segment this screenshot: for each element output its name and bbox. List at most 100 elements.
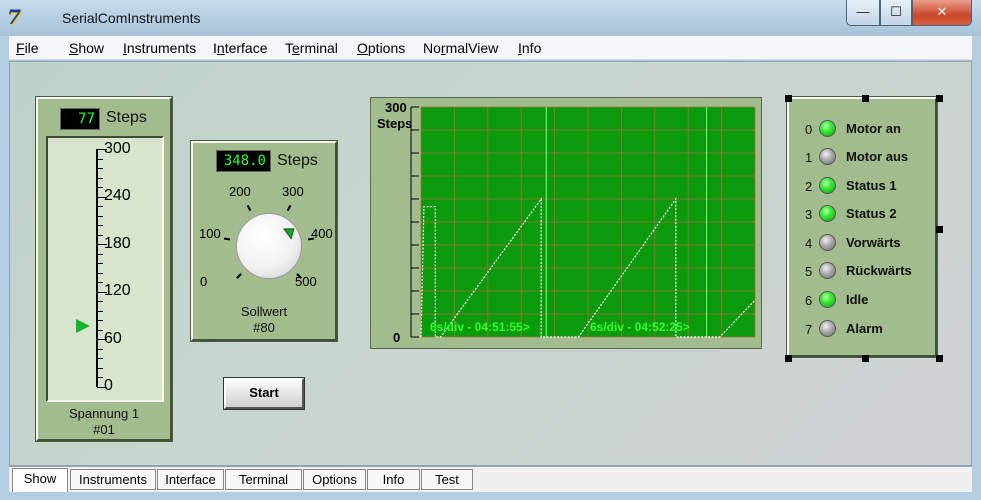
chart-y-ticks [411,106,419,338]
led-row-2: 2 Status 1 [789,176,937,196]
led-label: Motor an [846,121,901,136]
led-panel[interactable]: 0 Motor an 1 Motor aus 2 Status 1 3 Stat… [786,96,938,358]
led-row-0: 0 Motor an [789,119,937,139]
window-frame-bottom [0,492,981,500]
resize-handle[interactable] [785,95,792,102]
chart-y-unit-label: Steps [377,116,412,131]
led-index: 0 [805,122,813,137]
close-button[interactable]: ✕ [912,0,972,26]
knob-pointer-icon [282,228,295,240]
led-index: 6 [805,293,813,308]
menu-terminal[interactable]: Terminal [285,40,338,56]
resize-handle[interactable] [936,95,943,102]
slider-tick [97,301,103,303]
chart-svg: 300 Steps 0 6s/div - 04:51:55> 6s/div - … [377,100,756,345]
menu-info[interactable]: Info [518,40,541,56]
slider-tick [97,377,103,379]
tab-interface[interactable]: Interface [157,469,224,490]
slider-scale-label-300: 300 [104,140,131,157]
menu-show[interactable]: Show [69,40,104,56]
chart-y-max-label: 300 [385,100,407,115]
led-index: 2 [805,179,813,194]
led-label: Status 1 [846,178,897,193]
led-index: 3 [805,207,813,222]
slider-tick [97,187,103,189]
slider-thumb-icon[interactable] [76,318,90,333]
tab-terminal[interactable]: Terminal [225,469,302,490]
knob-label-0: 0 [200,274,208,289]
menu-interface[interactable]: Interface [213,40,268,56]
slider-scale-label-120: 120 [104,282,131,299]
menu-instruments[interactable]: Instruments [123,40,196,56]
knob-tick [247,204,252,211]
led-label: Idle [846,292,869,307]
resize-handle[interactable] [862,95,869,102]
knob-tick [286,204,291,211]
led-on-icon [819,205,836,222]
resize-handle[interactable] [785,355,792,362]
window-title: SerialComInstruments [62,10,201,26]
led-row-1: 1 Motor aus [789,147,937,167]
slider-scale-axis [96,149,98,387]
menu-normalview[interactable]: NormalView [423,40,498,56]
slider-tick [97,263,103,265]
window-frame-right [972,36,981,500]
resize-handle[interactable] [862,355,869,362]
slider-caption-id: #01 [93,422,115,437]
knob-pointer-layer [282,228,295,240]
resize-handle[interactable] [936,355,943,362]
chart-y-min-label: 0 [393,330,400,345]
resize-handle[interactable] [936,226,943,233]
led-label: Vorwärts [846,235,901,250]
slider-instrument[interactable]: 77 Steps 300 240 180 120 60 0 Spannung 1… [35,96,173,442]
knob-label-300: 300 [282,184,304,199]
led-off-icon [819,234,836,251]
led-off-icon [819,148,836,165]
tab-show[interactable]: Show [12,468,68,492]
slider-tick [97,282,103,284]
slider-tick [97,320,103,322]
knob-instrument[interactable]: 348.0 Steps 0 100 200 300 400 500 Sollwe… [190,140,338,342]
menu-options[interactable]: Options [357,40,405,56]
chart-annotation-1: 6s/div - 04:51:55> [430,320,530,334]
led-on-icon [819,291,836,308]
slider-scale: 300 240 180 120 60 0 [46,136,164,402]
window-frame-left [0,36,9,500]
minimize-button[interactable]: — [846,0,880,26]
slider-tick [97,158,103,160]
maximize-button[interactable]: ☐ [880,0,912,26]
led-label: Status 2 [846,206,897,221]
tab-options[interactable]: Options [303,469,366,490]
chart-instrument[interactable]: 300 Steps 0 6s/div - 04:51:55> 6s/div - … [370,97,762,349]
slider-value-display: 77 [60,108,100,130]
app-logo-icon: 7 [7,5,21,29]
slider-tick [97,367,103,369]
slider-tick [97,358,103,360]
led-label: Rückwärts [846,263,912,278]
led-on-icon [819,177,836,194]
slider-tick [97,225,103,227]
led-off-icon [819,320,836,337]
led-label: Alarm [846,321,883,336]
slider-tick [97,310,103,312]
led-index: 5 [805,264,813,279]
slider-tick [97,206,103,208]
slider-tick [97,272,103,274]
led-row-4: 4 Vorwärts [789,233,937,253]
led-index: 4 [805,236,813,251]
slider-tick [97,329,103,331]
led-index: 7 [805,322,813,337]
slider-scale-label-180: 180 [104,235,131,252]
start-button[interactable]: Start [223,377,305,410]
menu-file[interactable]: File [16,40,39,56]
menu-bar: File Show Instruments Interface Terminal… [9,36,972,60]
knob-caption-id: #80 [253,320,275,335]
slider-tick [97,168,103,170]
tab-info[interactable]: Info [367,469,420,490]
slider-scale-label-60: 60 [104,330,122,347]
tab-test[interactable]: Test [421,469,473,490]
tab-instruments[interactable]: Instruments [70,469,156,490]
led-row-3: 3 Status 2 [789,204,937,224]
led-off-icon [819,262,836,279]
knob-dial[interactable] [236,213,302,279]
